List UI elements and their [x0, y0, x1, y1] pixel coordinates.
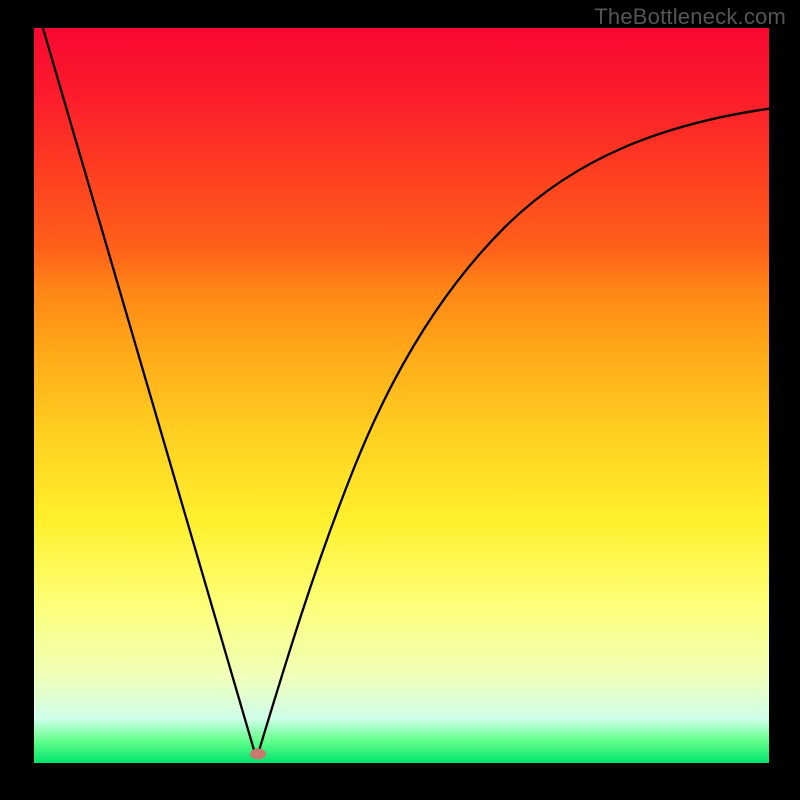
curve-left-branch — [40, 28, 254, 750]
bottleneck-curve — [34, 28, 769, 763]
plot-area — [34, 28, 769, 763]
watermark-text: TheBottleneck.com — [594, 4, 786, 30]
minimum-marker — [250, 749, 266, 760]
chart-frame: TheBottleneck.com — [0, 0, 800, 800]
curve-right-branch — [258, 108, 769, 754]
